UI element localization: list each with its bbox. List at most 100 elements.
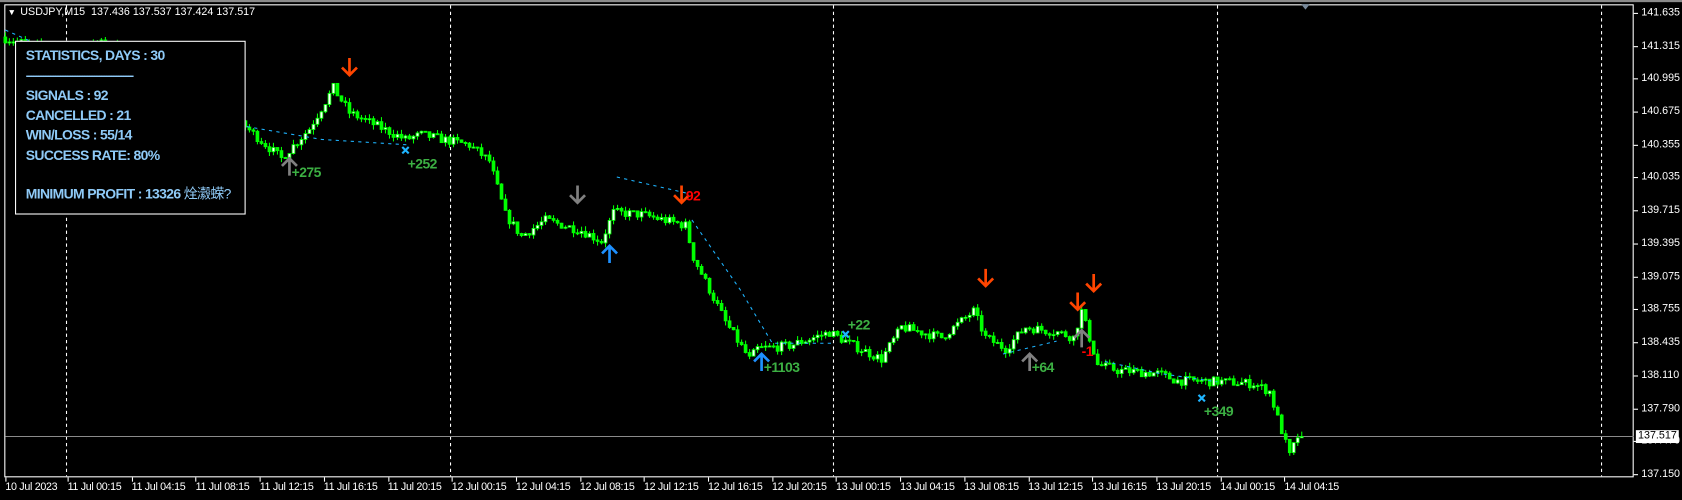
bear-candle [703, 273, 708, 279]
bull-candle [579, 230, 584, 234]
bear-candle [1063, 331, 1068, 338]
stats-min-profit-row: MINIMUM PROFIT : 13326 烇瀫蝾? [26, 185, 245, 205]
sell-arrow-icon [1069, 292, 1087, 312]
bear-candle [459, 139, 464, 143]
bear-candle [1287, 438, 1292, 454]
signal-result-label: +1103 [763, 359, 800, 376]
bull-candle [1059, 331, 1064, 334]
stats-cancelled: CANCELLED : 21 [25, 106, 132, 123]
bear-candle [727, 320, 732, 328]
bear-candle [295, 144, 300, 147]
bear-candle [715, 300, 720, 304]
bear-candle [1111, 363, 1116, 371]
bear-candle [943, 337, 948, 340]
bear-candle [399, 133, 404, 139]
bull-candle [831, 330, 836, 337]
bear-candle [691, 242, 696, 261]
trailing-stop-line [246, 126, 408, 146]
bear-candle [447, 136, 452, 145]
bull-candle [843, 339, 848, 343]
bear-candle [983, 330, 988, 336]
signal-result-label: -1 [1081, 343, 1094, 360]
bull-candle [367, 118, 372, 121]
close-x-icon [1197, 394, 1206, 403]
bull-candle [971, 307, 976, 316]
bear-candle [463, 142, 468, 144]
bear-candle [343, 100, 348, 103]
bull-candle [1223, 378, 1228, 381]
bear-candle [819, 334, 824, 337]
sell-arrow-icon [977, 268, 995, 288]
price-tick [1633, 474, 1639, 476]
bear-candle [1271, 390, 1276, 408]
time-tick-label: 11 Jul 00:15 [67, 481, 122, 494]
bear-candle [1139, 368, 1144, 378]
bear-candle [1263, 384, 1268, 395]
bear-candle [1215, 376, 1220, 385]
bear-candle [1027, 327, 1032, 330]
bear-candle [851, 339, 856, 342]
bull-candle [383, 127, 388, 130]
bull-candle [311, 123, 316, 130]
bull-candle [611, 209, 616, 221]
bull-candle [1211, 376, 1216, 387]
stats-title: STATISTICS, DAYS : 30 [25, 47, 166, 64]
bear-candle [719, 303, 724, 311]
bear-candle [903, 325, 908, 332]
chart-window[interactable]: ▼ USDJPY,M15 137.436 137.537 137.424 137.… [0, 0, 1682, 500]
triangle-down-icon[interactable]: ▼ [8, 8, 16, 18]
bear-candle [655, 216, 660, 220]
bull-candle [1151, 372, 1156, 377]
time-tick-label: 13 Jul 20:15 [1156, 481, 1211, 494]
bear-candle [391, 134, 396, 138]
price-tick [1633, 342, 1639, 344]
bear-candle [339, 95, 344, 102]
bull-candle [395, 133, 400, 138]
bull-candle [815, 334, 820, 339]
bear-candle [467, 142, 472, 148]
bear-candle [551, 218, 556, 221]
bear-candle [499, 183, 504, 200]
bull-candle [931, 331, 936, 340]
bull-candle [923, 333, 928, 336]
bull-candle [751, 349, 756, 357]
bull-candle [607, 219, 612, 235]
bull-candle [291, 144, 296, 154]
bear-candle [1147, 371, 1152, 377]
bull-candle [1203, 378, 1208, 381]
bear-candle [435, 133, 440, 136]
price-tick-label: 137.150 [1641, 468, 1681, 481]
bear-candle [711, 292, 716, 301]
price-tick-label: 140.995 [1641, 72, 1681, 85]
bull-candle [315, 117, 320, 125]
ohlc-readout: 137.436 137.537 137.424 137.517 [91, 6, 256, 19]
bear-candle [527, 233, 532, 236]
bear-candle [1135, 368, 1140, 371]
price-tick [1633, 12, 1639, 14]
stats-divider: ----------------------------------------… [25, 69, 134, 83]
bear-candle [387, 127, 392, 135]
bull-candle [1251, 385, 1256, 389]
time-tick-label: 14 Jul 00:15 [1220, 481, 1275, 494]
bear-candle [555, 219, 560, 224]
bull-candle [539, 221, 544, 226]
time-tick-label: 14 Jul 04:15 [1284, 481, 1339, 494]
bear-candle [663, 217, 668, 224]
bear-candle [827, 331, 832, 337]
price-tick [1633, 144, 1639, 146]
bull-candle [1175, 379, 1180, 384]
bear-candle [575, 232, 580, 235]
bull-candle [563, 226, 568, 229]
bull-candle [907, 324, 912, 332]
stats-success-rate: SUCCESS RATE: 80% [25, 146, 160, 163]
bear-candle [1231, 378, 1236, 386]
bear-candle [847, 339, 852, 342]
bear-candle [279, 150, 284, 158]
bear-candle [275, 147, 280, 152]
bull-candle [523, 233, 528, 236]
time-tick-label: 13 Jul 16:15 [1092, 481, 1147, 494]
time-tick-label: 12 Jul 08:15 [579, 481, 635, 494]
bear-candle [991, 335, 996, 343]
bull-candle [7, 41, 12, 44]
time-tick-label: 12 Jul 04:15 [515, 481, 571, 494]
